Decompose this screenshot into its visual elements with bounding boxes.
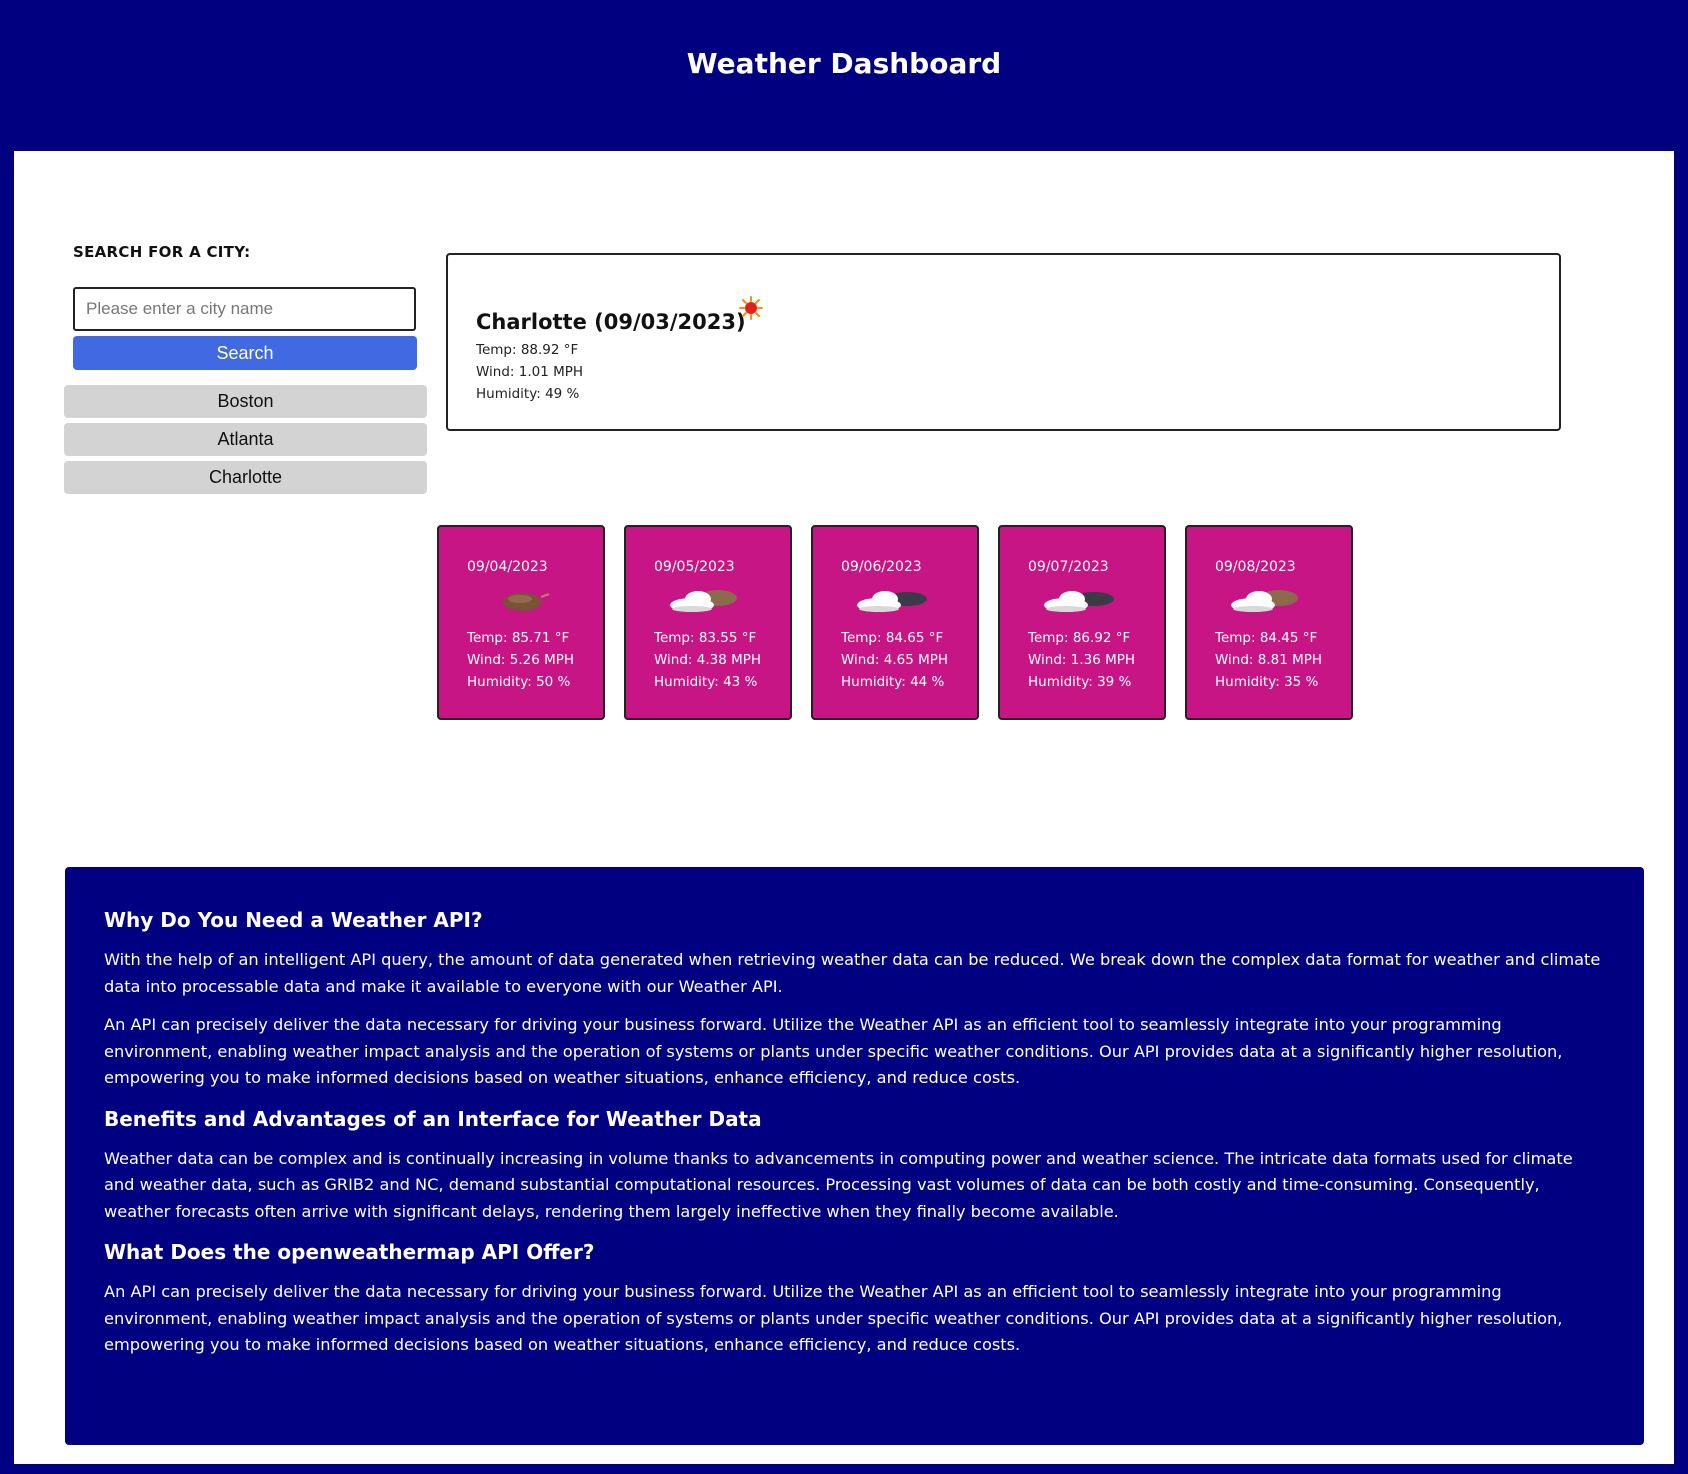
overcast-clouds-icon [857, 591, 927, 612]
forecast-humidity: Humidity: 43 % [654, 674, 758, 690]
current-temp: Temp: 88.92 °F [476, 342, 579, 358]
history-city-button[interactable]: Atlanta [64, 423, 427, 456]
forecast-wind: Wind: 4.38 MPH [654, 652, 762, 668]
info-heading: Why Do You Need a Weather API? [104, 908, 483, 932]
info-paragraph: An API can precisely deliver the data ne… [104, 1015, 1563, 1087]
forecast-humidity: Humidity: 44 % [841, 674, 945, 690]
forecast-card: 09/04/2023 Temp: 85.71 °F Wind: 5.26 MPH… [437, 525, 605, 720]
current-weather-title: Charlotte (09/03/2023) [476, 310, 746, 334]
forecast-temp: Temp: 83.55 °F [654, 630, 757, 646]
main-content: SEARCH FOR A CITY: Search Boston Atlanta… [14, 151, 1674, 1464]
info-heading: Benefits and Advantages of an Interface … [104, 1106, 762, 1131]
forecast-card: 09/08/2023 Temp: 84.45 °F Wind: 8.81 MPH… [1185, 525, 1353, 720]
forecast-card: 09/06/2023 Temp: 84.65 °F Wind: 4.65 MPH… [811, 525, 979, 720]
search-history: Boston Atlanta Charlotte [64, 385, 427, 499]
forecast-temp: Temp: 85.71 °F [467, 630, 570, 646]
overcast-clouds-icon [1044, 591, 1114, 612]
info-paragraph: With the help of an intelligent API quer… [104, 950, 1601, 996]
forecast-stats: Temp: 84.65 °F Wind: 4.65 MPH Humidity: … [841, 627, 948, 693]
current-humidity: Humidity: 49 % [476, 386, 580, 402]
forecast-wind: Wind: 5.26 MPH [467, 652, 575, 668]
forecast-temp: Temp: 86.92 °F [1028, 630, 1131, 646]
forecast-date: 09/06/2023 [841, 559, 922, 575]
forecast-date: 09/05/2023 [654, 559, 735, 575]
history-city-button[interactable]: Boston [64, 385, 427, 418]
forecast-temp: Temp: 84.65 °F [841, 630, 944, 646]
search-label: SEARCH FOR A CITY: [73, 243, 251, 261]
page-title: Weather Dashboard [686, 47, 1002, 80]
city-search-input[interactable] [73, 287, 416, 331]
current-weather-card: Charlotte (09/03/2023) Temp: 88.92 °F Wi… [446, 253, 1561, 431]
info-heading: What Does the openweathermap API Offer? [104, 1240, 595, 1264]
forecast-humidity: Humidity: 35 % [1215, 674, 1319, 690]
forecast-wind: Wind: 8.81 MPH [1215, 652, 1323, 668]
forecast-card: 09/05/2023 Temp: 83.55 °F Wind: 4.38 MPH… [624, 525, 792, 720]
forecast-date: 09/07/2023 [1028, 559, 1109, 575]
broken-clouds-icon [670, 590, 737, 612]
info-paragraph: An API can precisely deliver the data ne… [104, 1282, 1563, 1354]
forecast-humidity: Humidity: 39 % [1028, 674, 1132, 690]
broken-clouds-icon [1231, 590, 1298, 612]
forecast-wind: Wind: 4.65 MPH [841, 652, 949, 668]
forecast-humidity: Humidity: 50 % [467, 674, 571, 690]
forecast-stats: Temp: 83.55 °F Wind: 4.38 MPH Humidity: … [654, 627, 761, 693]
forecast-date: 09/04/2023 [467, 559, 548, 575]
info-paragraph: Weather data can be complex and is conti… [104, 1148, 1573, 1221]
forecast-card: 09/07/2023 Temp: 86.92 °F Wind: 1.36 MPH… [998, 525, 1166, 720]
sun-icon [739, 296, 763, 320]
search-button[interactable]: Search [73, 336, 417, 370]
forecast-wind: Wind: 1.36 MPH [1028, 652, 1136, 668]
forecast-stats: Temp: 84.45 °F Wind: 8.81 MPH Humidity: … [1215, 627, 1322, 693]
current-weather-stats: Temp: 88.92 °F Wind: 1.01 MPH Humidity: … [476, 339, 583, 405]
page-header: Weather Dashboard [0, 0, 1688, 151]
info-section: Why Do You Need a Weather API? With the … [65, 867, 1644, 1445]
forecast-date: 09/08/2023 [1215, 559, 1296, 575]
forecast-temp: Temp: 84.45 °F [1215, 630, 1318, 646]
current-wind: Wind: 1.01 MPH [476, 364, 584, 380]
forecast-stats: Temp: 86.92 °F Wind: 1.36 MPH Humidity: … [1028, 627, 1135, 693]
history-city-button[interactable]: Charlotte [64, 461, 427, 494]
forecast-stats: Temp: 85.71 °F Wind: 5.26 MPH Humidity: … [467, 627, 574, 693]
rain-cloud-icon [503, 593, 550, 611]
